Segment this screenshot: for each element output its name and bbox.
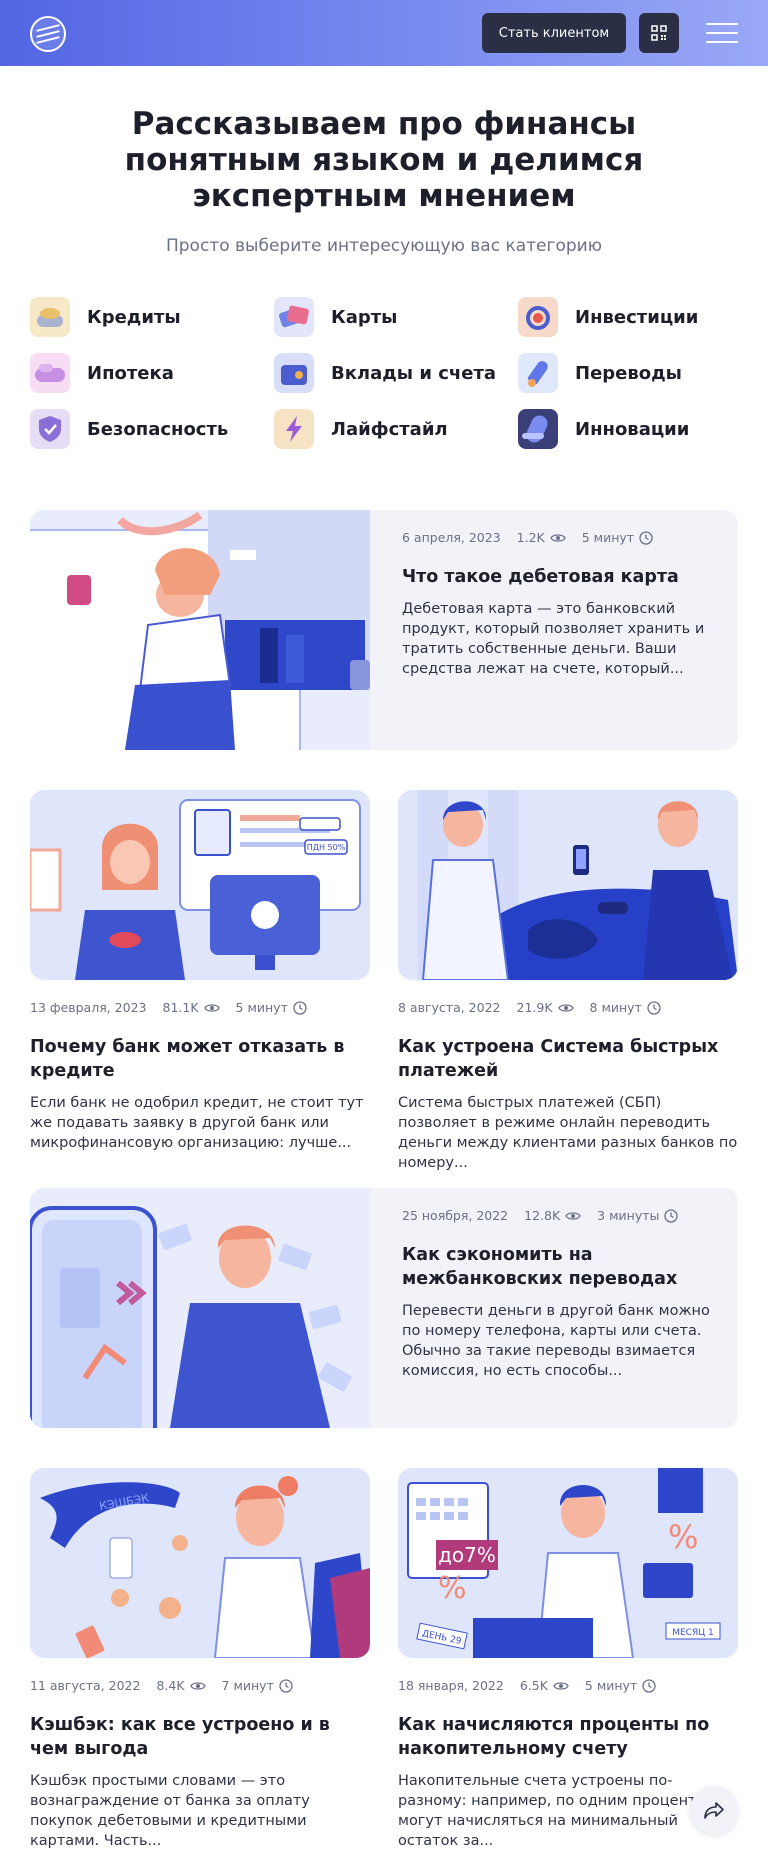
article-image: до7% % % ДЕНЬ 29 МЕСЯЦ 1 bbox=[398, 1468, 738, 1658]
category-lifestyle[interactable]: Лайфстайл bbox=[274, 409, 448, 449]
top-header: Стать клиентом bbox=[0, 0, 768, 66]
article-card-debit-card[interactable]: 6 апреля, 2023 1.2K 5 минут Что такое де… bbox=[30, 510, 738, 750]
eye-icon bbox=[550, 533, 566, 542]
eye-icon bbox=[553, 1681, 569, 1690]
category-mortgage[interactable]: Ипотека bbox=[30, 353, 174, 393]
article-date: 8 августа, 2022 bbox=[398, 1000, 501, 1015]
category-security[interactable]: Безопасность bbox=[30, 409, 228, 449]
investments-target-icon bbox=[518, 297, 558, 337]
credit-load-badge: ПДН 50% bbox=[307, 843, 346, 852]
eye-icon bbox=[565, 1211, 581, 1220]
article-title[interactable]: Кэшбэк: как все устроено и в чем выгода bbox=[30, 1713, 370, 1761]
article-views: 12.8K bbox=[524, 1208, 561, 1223]
qr-code-button[interactable] bbox=[639, 13, 679, 53]
category-credits[interactable]: Кредиты bbox=[30, 297, 181, 337]
article-title[interactable]: Как устроена Система быстрых платежей bbox=[398, 1035, 738, 1083]
menu-burger-icon[interactable] bbox=[704, 20, 740, 46]
article-read-time: 5 минут bbox=[235, 1000, 288, 1015]
article-views: 21.9K bbox=[516, 1000, 553, 1015]
clock-icon bbox=[639, 530, 653, 545]
article-card-credit-refusal[interactable]: ПДН 50% 13 февраля, 2023 81.1K 5 минут П… bbox=[30, 790, 370, 1153]
article-excerpt: Дебетовая карта — это банковский продукт… bbox=[402, 601, 705, 677]
article-date: 25 ноября, 2022 bbox=[402, 1208, 509, 1223]
innovations-icon bbox=[518, 409, 558, 449]
mortgage-icon bbox=[30, 353, 70, 393]
eye-icon bbox=[203, 1003, 220, 1012]
article-excerpt: Если банк не одобрил кредит, не стоит ту… bbox=[30, 1095, 364, 1151]
article-excerpt: Кэшбэк простыми словами — это вознагражд… bbox=[30, 1773, 310, 1849]
deposits-wallet-icon bbox=[274, 353, 314, 393]
article-date: 6 апреля, 2023 bbox=[402, 530, 501, 545]
clock-icon bbox=[647, 1000, 661, 1015]
clock-icon bbox=[279, 1678, 293, 1693]
share-button[interactable] bbox=[690, 1786, 738, 1834]
article-excerpt: Накопительные счета устроены по-разному:… bbox=[398, 1773, 708, 1849]
credits-coins-icon bbox=[30, 297, 70, 337]
become-client-button[interactable]: Стать клиентом bbox=[482, 13, 626, 53]
article-card-interbank-transfers[interactable]: 25 ноября, 2022 12.8K 3 минуты Как сэкон… bbox=[30, 1188, 738, 1428]
article-date: 11 августа, 2022 bbox=[30, 1678, 141, 1693]
article-title[interactable]: Как начисляются проценты по накопительно… bbox=[398, 1713, 738, 1761]
article-image bbox=[30, 510, 370, 750]
eye-icon bbox=[189, 1681, 206, 1690]
article-views: 6.5K bbox=[519, 1678, 548, 1693]
article-read-time: 3 минуты bbox=[597, 1208, 660, 1223]
article-image bbox=[30, 1188, 370, 1428]
eye-icon bbox=[557, 1003, 574, 1012]
article-read-time: 5 минут bbox=[581, 530, 635, 545]
article-meta: 8 августа, 2022 21.9K 8 минут bbox=[398, 1000, 738, 1015]
article-read-time: 5 минут bbox=[584, 1678, 638, 1693]
lifestyle-lightning-icon bbox=[274, 409, 314, 449]
category-transfers[interactable]: Переводы bbox=[518, 353, 682, 393]
page-subtitle: Просто выберите интересующую вас категор… bbox=[165, 236, 602, 256]
article-title[interactable]: Почему банк может отказать в кредите bbox=[30, 1035, 370, 1083]
share-icon bbox=[704, 1802, 724, 1819]
article-meta: 6 апреля, 2023 1.2K 5 минут bbox=[402, 530, 712, 545]
article-meta: 13 февраля, 2023 81.1K 5 минут bbox=[30, 1000, 370, 1015]
article-excerpt: Система быстрых платежей (СБП) позволяет… bbox=[398, 1095, 738, 1171]
category-investments[interactable]: Инвестиции bbox=[518, 297, 698, 337]
bank-logo-icon[interactable] bbox=[30, 16, 66, 52]
article-views: 1.2K bbox=[516, 530, 545, 545]
article-meta: 25 ноября, 2022 12.8K 3 минуты bbox=[402, 1208, 712, 1223]
svg-text:%: % bbox=[438, 1571, 467, 1606]
article-excerpt: Перевести деньги в другой банк можно по … bbox=[402, 1303, 710, 1379]
svg-text:%: % bbox=[668, 1518, 698, 1556]
article-views: 81.1K bbox=[162, 1000, 199, 1015]
article-title[interactable]: Что такое дебетовая карта bbox=[402, 565, 712, 589]
transfers-rocket-icon bbox=[518, 353, 558, 393]
article-read-time: 8 минут bbox=[589, 1000, 642, 1015]
clock-icon bbox=[642, 1678, 656, 1693]
article-title[interactable]: Как сэкономить на межбанковских перевода… bbox=[402, 1243, 712, 1291]
cards-icon bbox=[274, 297, 314, 337]
article-card-cashback[interactable]: КЭШБЭК 11 августа, 2022 8.4K 7 минут Кэш… bbox=[30, 1468, 370, 1851]
page-title: Рассказываем про финансы понятным языком… bbox=[124, 106, 644, 214]
category-innovations[interactable]: Инновации bbox=[518, 409, 689, 449]
security-shield-icon bbox=[30, 409, 70, 449]
article-meta: 11 августа, 2022 8.4K 7 минут bbox=[30, 1678, 370, 1693]
qr-code-icon bbox=[651, 25, 667, 41]
article-card-savings-interest[interactable]: до7% % % ДЕНЬ 29 МЕСЯЦ 1 18 января, 2022… bbox=[398, 1468, 738, 1851]
article-date: 18 января, 2022 bbox=[398, 1678, 504, 1693]
article-card-fast-payments[interactable]: 8 августа, 2022 21.9K 8 минут Как устрое… bbox=[398, 790, 738, 1173]
article-image: КЭШБЭК bbox=[30, 1468, 370, 1658]
article-meta: 18 января, 2022 6.5K 5 минут bbox=[398, 1678, 738, 1693]
article-read-time: 7 минут bbox=[221, 1678, 274, 1693]
article-views: 8.4K bbox=[156, 1678, 185, 1693]
article-image bbox=[398, 790, 738, 980]
category-cards[interactable]: Карты bbox=[274, 297, 397, 337]
category-deposits[interactable]: Вклады и счета bbox=[274, 353, 496, 393]
month-tag: МЕСЯЦ 1 bbox=[672, 1628, 714, 1638]
clock-icon bbox=[664, 1208, 679, 1223]
article-date: 13 февраля, 2023 bbox=[30, 1000, 147, 1015]
percent-badge: до7% bbox=[438, 1543, 496, 1567]
clock-icon bbox=[293, 1000, 307, 1015]
article-image: ПДН 50% bbox=[30, 790, 370, 980]
